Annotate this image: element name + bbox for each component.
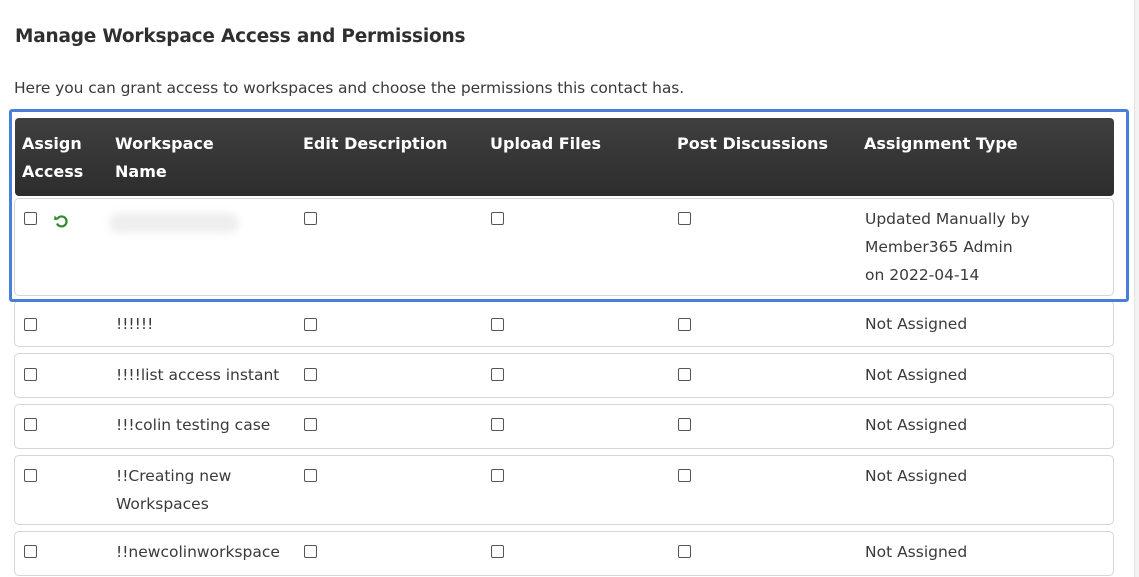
header-upload-files: Upload Files: [490, 134, 602, 153]
page-title: Manage Workspace Access and Permissions: [15, 26, 466, 47]
assign-access-checkbox[interactable]: [24, 469, 37, 482]
assign-access-checkbox[interactable]: [24, 418, 37, 431]
table-row: !!newcolinworkspace Not Assigned: [14, 531, 1114, 576]
assignment-type: Not Assigned: [865, 467, 968, 485]
workspace-name: !!!colin testing case: [116, 416, 271, 434]
edit-description-checkbox[interactable]: [304, 545, 317, 558]
table-row: !!!!list access instant Not Assigned: [14, 353, 1114, 398]
post-discussions-checkbox[interactable]: [678, 418, 691, 431]
upload-files-checkbox[interactable]: [491, 418, 504, 431]
upload-files-checkbox[interactable]: [491, 212, 504, 225]
post-discussions-checkbox[interactable]: [678, 469, 691, 482]
assignment-type: Not Assigned: [865, 543, 968, 561]
edit-description-checkbox[interactable]: [304, 318, 317, 331]
edit-description-checkbox[interactable]: [304, 368, 317, 381]
workspace-name: !!newcolinworkspace: [116, 543, 280, 561]
undo-arrow-icon[interactable]: [53, 213, 69, 229]
table-row: Updated Manually by Member365 Admin on 2…: [14, 198, 1114, 296]
assign-access-checkbox[interactable]: [24, 212, 37, 225]
workspace-name: !!!!list access instant: [116, 366, 280, 384]
edit-description-checkbox[interactable]: [304, 469, 317, 482]
header-assignment-type: Assignment Type: [864, 134, 1018, 153]
workspace-name: !!!!!!: [116, 315, 154, 333]
edit-description-checkbox[interactable]: [304, 212, 317, 225]
header-post-discussions: Post Discussions: [677, 134, 829, 153]
upload-files-checkbox[interactable]: [491, 545, 504, 558]
assignment-type: Not Assigned: [865, 366, 968, 384]
assign-access-checkbox[interactable]: [24, 368, 37, 381]
upload-files-checkbox[interactable]: [491, 318, 504, 331]
upload-files-checkbox[interactable]: [491, 368, 504, 381]
assignment-type: Updated Manually by Member365 Admin on 2…: [865, 210, 1030, 284]
assignment-type: Not Assigned: [865, 416, 968, 434]
post-discussions-checkbox[interactable]: [678, 318, 691, 331]
upload-files-checkbox[interactable]: [491, 469, 504, 482]
workspace-name-redacted: [109, 213, 239, 233]
header-assign-access: Assign Access: [22, 134, 84, 181]
post-discussions-checkbox[interactable]: [678, 545, 691, 558]
assignment-type: Not Assigned: [865, 315, 968, 333]
assign-access-checkbox[interactable]: [24, 318, 37, 331]
table-row: !!!colin testing case Not Assigned: [14, 404, 1114, 449]
assign-access-checkbox[interactable]: [24, 545, 37, 558]
page-subtitle: Here you can grant access to workspaces …: [14, 79, 685, 97]
post-discussions-checkbox[interactable]: [678, 368, 691, 381]
table-row: !!Creating new Workspaces Not Assigned: [14, 455, 1114, 525]
workspace-name: !!Creating new Workspaces: [116, 467, 232, 513]
header-workspace-name: Workspace Name: [115, 134, 214, 181]
table-row: !!!!!! Not Assigned: [14, 300, 1114, 347]
edit-description-checkbox[interactable]: [304, 418, 317, 431]
header-edit-description: Edit Description: [303, 134, 448, 153]
scrollbar-edge: [1134, 0, 1139, 577]
post-discussions-checkbox[interactable]: [678, 212, 691, 225]
table-header: Assign Access Workspace Name Edit Descri…: [15, 118, 1114, 196]
